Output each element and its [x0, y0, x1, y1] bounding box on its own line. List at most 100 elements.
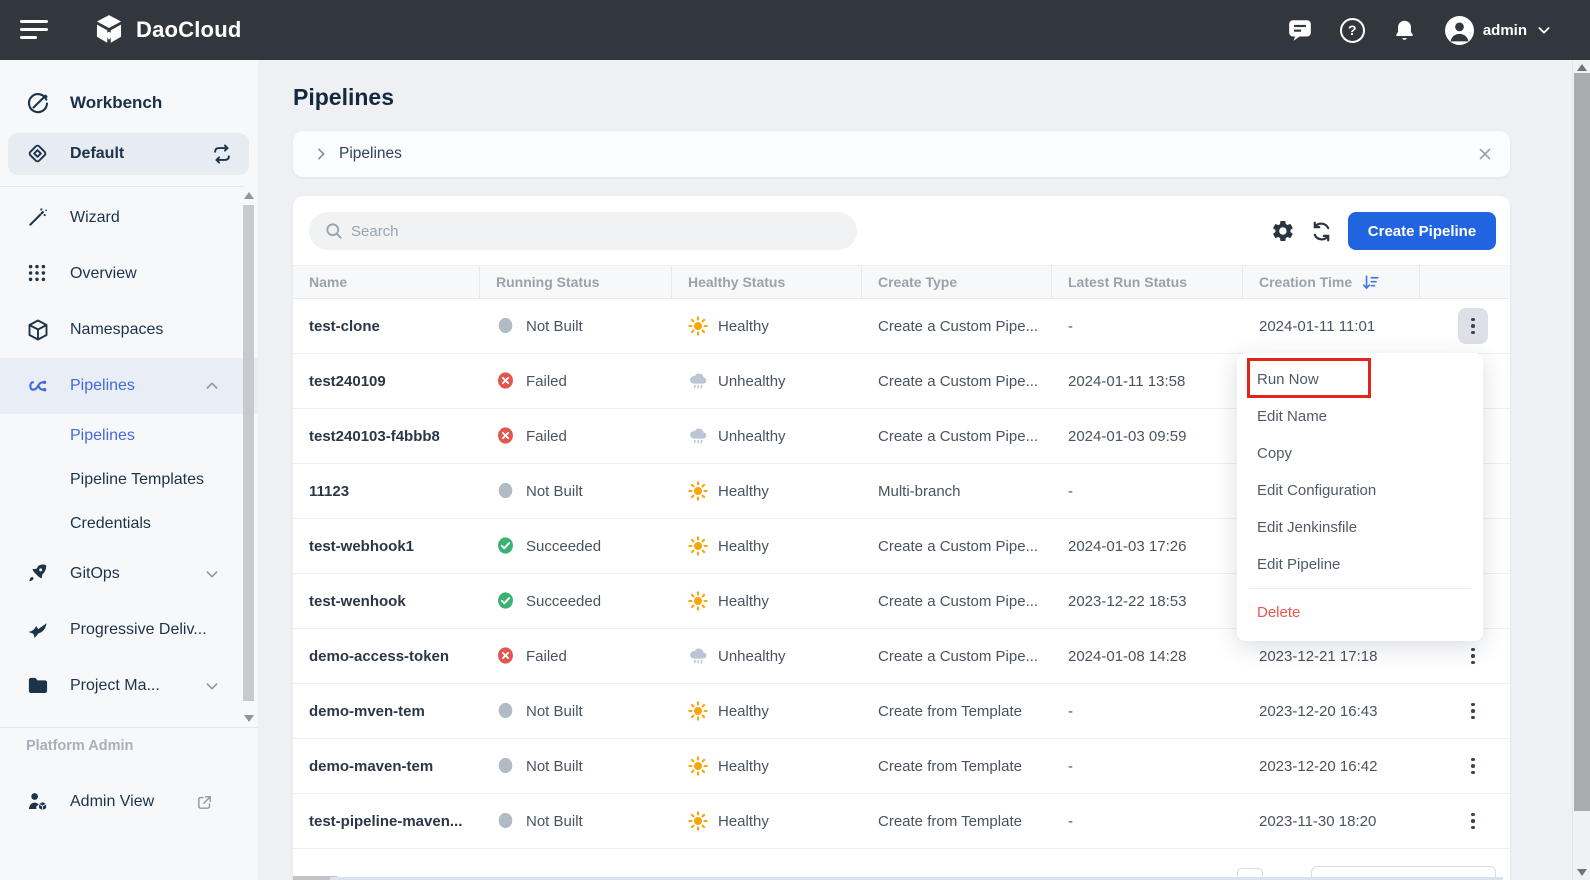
sidebar-item-pipelines-sub[interactable]: Pipelines	[0, 414, 258, 458]
sidebar-item-pipeline-templates-sub[interactable]: Pipeline Templates	[0, 458, 258, 502]
sidebar-item-wizard[interactable]: Wizard	[0, 190, 258, 246]
latest-run-status: 2024-01-08 14:28	[1052, 629, 1243, 683]
sidebar-item-overview[interactable]: Overview	[0, 246, 258, 302]
status-healthy-icon	[688, 701, 708, 721]
brand-logo[interactable]: DaoCloud	[92, 13, 241, 47]
scroll-up-arrow[interactable]	[244, 192, 254, 199]
menu-item-edit-jenkinsfile[interactable]: Edit Jenkinsfile	[1237, 509, 1483, 546]
pipeline-name[interactable]: demo-mven-tem	[293, 684, 480, 738]
column-header-running-status[interactable]: Running Status	[480, 266, 672, 298]
column-header-create-type[interactable]: Create Type	[862, 266, 1052, 298]
running-status-text: Succeeded	[526, 593, 601, 610]
pipeline-name[interactable]: test240109	[293, 354, 480, 408]
menu-item-delete[interactable]: Delete	[1237, 594, 1483, 631]
scroll-up-arrow[interactable]	[1577, 64, 1587, 71]
status-succeeded-icon	[496, 591, 516, 611]
create-type: Create a Custom Pipe...	[862, 409, 1052, 463]
table-row: demo-maven-temNot BuiltHealthyCreate fro…	[293, 739, 1510, 794]
user-menu[interactable]: admin	[1445, 16, 1552, 45]
overview-icon	[26, 262, 50, 286]
status-not-built-icon	[496, 756, 516, 776]
namespaces-icon	[26, 318, 50, 342]
chat-icon[interactable]	[1287, 17, 1313, 43]
search-icon	[324, 221, 344, 241]
running-status: Not Built	[480, 739, 672, 793]
pipeline-name[interactable]: demo-maven-tem	[293, 739, 480, 793]
pipeline-name[interactable]: test-webhook1	[293, 519, 480, 573]
sidebar-item-admin-view[interactable]: Admin View	[0, 780, 258, 824]
column-header-latest-run-status[interactable]: Latest Run Status	[1052, 266, 1243, 298]
project-management-icon	[26, 674, 50, 698]
menu-item-run-now[interactable]: Run Now	[1237, 361, 1483, 398]
sidebar-item-project-ma[interactable]: Project Ma...	[0, 658, 258, 714]
menu-item-edit-pipeline[interactable]: Edit Pipeline	[1237, 546, 1483, 583]
column-header-name[interactable]: Name	[293, 266, 480, 298]
sidebar-item-namespaces[interactable]: Namespaces	[0, 302, 258, 358]
sidebar-item-pipelines[interactable]: Pipelines	[0, 358, 258, 414]
running-status: Not Built	[480, 794, 672, 848]
bell-icon[interactable]	[1392, 17, 1418, 43]
status-not-built-icon	[496, 701, 516, 721]
chevron-right-icon[interactable]	[313, 146, 329, 162]
running-status: Succeeded	[480, 574, 672, 628]
menu-item-edit-configuration[interactable]: Edit Configuration	[1237, 472, 1483, 509]
workspace-selector[interactable]: Default	[8, 133, 249, 175]
creation-time: 2023-12-20 16:42	[1243, 739, 1420, 793]
row-actions-button[interactable]	[1458, 638, 1488, 674]
healthy-status: Unhealthy	[672, 629, 862, 683]
menu-icon[interactable]	[20, 20, 48, 40]
chevron-down-icon[interactable]	[1536, 22, 1552, 38]
header-actions: ? admin	[1287, 0, 1552, 60]
status-unhealthy-icon	[688, 371, 708, 391]
column-label: Healthy Status	[688, 274, 785, 290]
column-header-healthy-status[interactable]: Healthy Status	[672, 266, 862, 298]
pipeline-name-text: test-webhook1	[309, 538, 414, 555]
row-actions-button[interactable]	[1458, 803, 1488, 839]
chevron-up-icon	[204, 378, 220, 394]
avatar[interactable]	[1445, 16, 1474, 45]
column-label: Latest Run Status	[1068, 274, 1187, 290]
sidebar-item-credentials-sub[interactable]: Credentials	[0, 502, 258, 546]
healthy-status: Healthy	[672, 299, 862, 353]
breadcrumb-item[interactable]: Pipelines	[339, 145, 402, 163]
sidebar-item-workbench[interactable]: Workbench	[0, 84, 258, 122]
scroll-down-arrow[interactable]	[1577, 869, 1587, 876]
sidebar-divider	[0, 727, 258, 728]
row-actions-button[interactable]	[1458, 748, 1488, 784]
gear-icon[interactable]	[1271, 219, 1295, 243]
close-icon[interactable]	[1476, 145, 1494, 163]
column-header-creation-time[interactable]: Creation Time	[1243, 266, 1420, 298]
row-actions-button[interactable]	[1458, 693, 1488, 729]
sidebar-item-progressive-deliv[interactable]: Progressive Deliv...	[0, 602, 258, 658]
help-icon[interactable]: ?	[1340, 18, 1365, 43]
pipeline-name[interactable]: test240103-f4bbb8	[293, 409, 480, 463]
pipeline-name[interactable]: test-pipeline-maven...	[293, 794, 480, 848]
pipeline-name[interactable]: test-wenhook	[293, 574, 480, 628]
pipeline-name[interactable]: demo-access-token	[293, 629, 480, 683]
sidebar-item-label: Pipeline Templates	[70, 471, 204, 489]
search-input[interactable]	[351, 212, 841, 250]
latest-run-status: 2024-01-03 17:26	[1052, 519, 1243, 573]
page-scrollbar[interactable]	[1572, 60, 1590, 880]
status-healthy-icon	[688, 316, 708, 336]
sidebar-scrollbar[interactable]	[242, 192, 255, 722]
scrollbar-thumb[interactable]	[243, 205, 254, 701]
status-not-built-icon	[496, 811, 516, 831]
pipeline-name[interactable]: test-clone	[293, 299, 480, 353]
pipeline-name[interactable]: 11123	[293, 464, 480, 518]
scrollbar-thumb[interactable]	[1574, 73, 1590, 811]
menu-divider	[1249, 588, 1471, 589]
menu-item-copy[interactable]: Copy	[1237, 435, 1483, 472]
scroll-down-arrow[interactable]	[244, 715, 254, 722]
status-unhealthy-icon	[688, 646, 708, 666]
switch-workspace-icon[interactable]	[211, 143, 233, 165]
chevron-down-icon	[204, 566, 220, 582]
create-pipeline-button[interactable]: Create Pipeline	[1348, 212, 1496, 250]
healthy-status-text: Healthy	[718, 703, 769, 720]
refresh-icon[interactable]	[1310, 220, 1334, 244]
pipeline-name-text: test-pipeline-maven...	[309, 813, 462, 830]
sidebar-item-gitops[interactable]: GitOps	[0, 546, 258, 602]
menu-item-edit-name[interactable]: Edit Name	[1237, 398, 1483, 435]
sort-desc-icon[interactable]	[1361, 273, 1380, 292]
row-actions-button[interactable]	[1458, 308, 1488, 344]
